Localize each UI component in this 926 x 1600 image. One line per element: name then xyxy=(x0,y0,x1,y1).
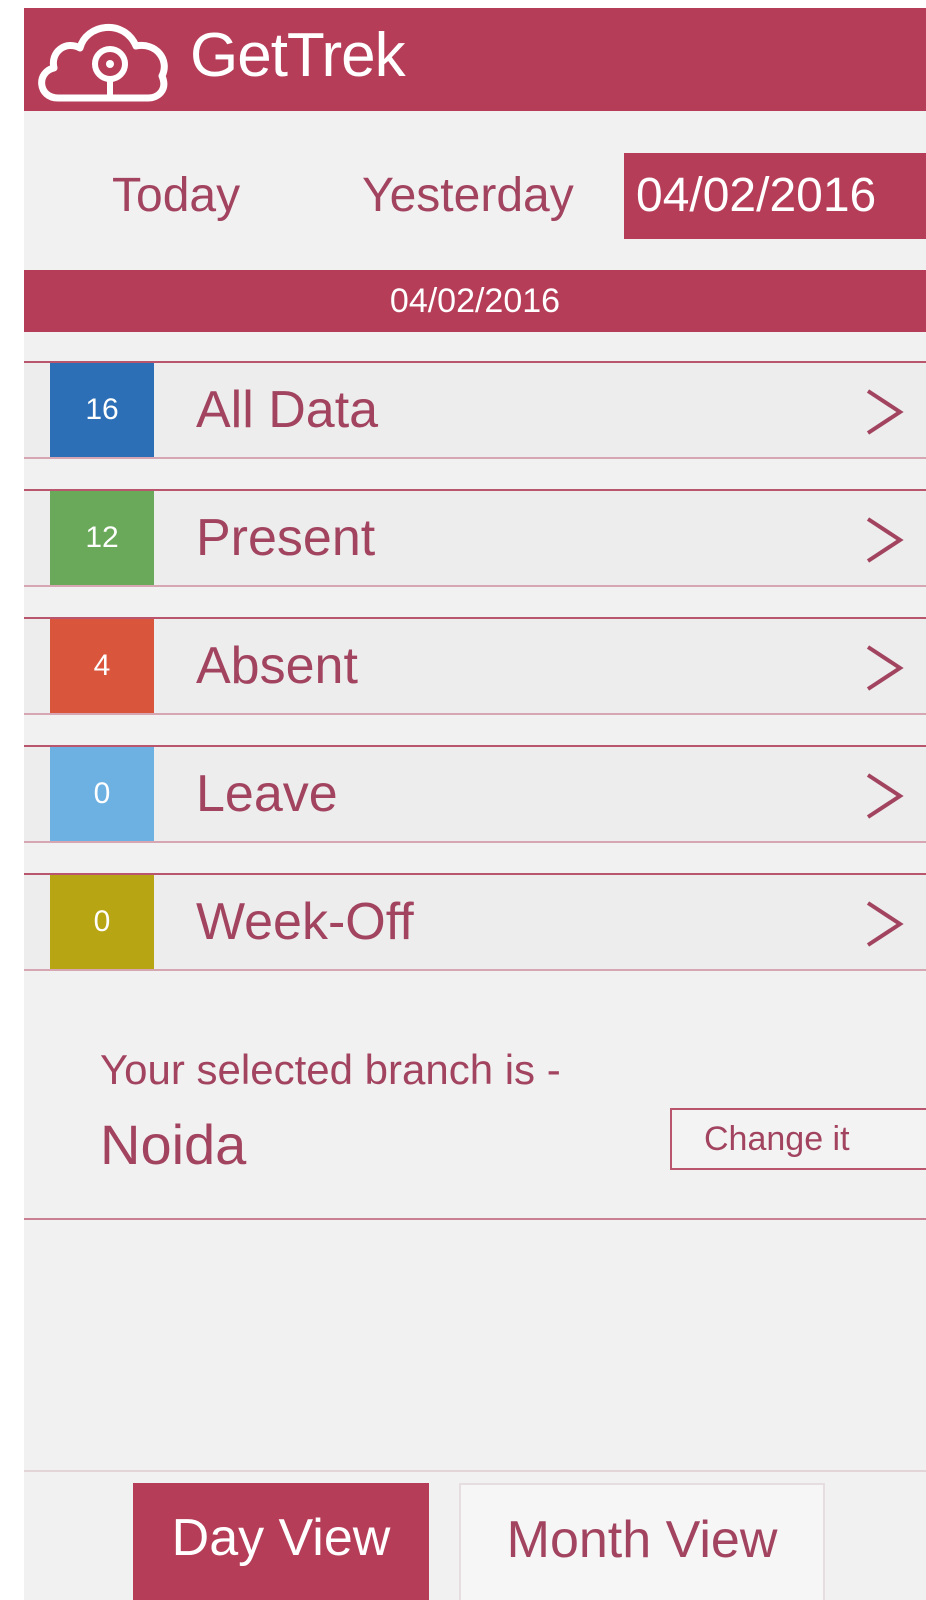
app-header: GetTrek xyxy=(24,8,926,111)
chevron-right-icon xyxy=(866,389,904,435)
row-all-data[interactable]: 16 All Data xyxy=(24,361,926,459)
branch-caption: Your selected branch is - xyxy=(100,1046,561,1093)
count-badge: 0 xyxy=(50,875,154,969)
chevron-right-icon xyxy=(866,773,904,819)
chevron-right-icon xyxy=(866,517,904,563)
count-badge: 12 xyxy=(50,491,154,585)
row-label: All Data xyxy=(196,381,379,439)
count-badge: 16 xyxy=(50,363,154,457)
count-badge: 4 xyxy=(50,619,154,713)
tab-selected-date[interactable]: 04/02/2016 xyxy=(624,153,926,239)
row-leave[interactable]: 0 Leave xyxy=(24,745,926,843)
count-badge: 0 xyxy=(50,747,154,841)
row-label: Leave xyxy=(196,765,338,823)
cloud-location-icon xyxy=(38,24,168,102)
row-absent[interactable]: 4 Absent xyxy=(24,617,926,715)
row-label: Week-Off xyxy=(196,893,414,951)
branch-name: Noida xyxy=(100,1113,247,1176)
tab-today[interactable]: Today xyxy=(112,153,240,239)
app-title: GetTrek xyxy=(190,21,406,90)
tab-yesterday[interactable]: Yesterday xyxy=(362,153,574,239)
date-bar: 04/02/2016 xyxy=(24,270,926,332)
row-present[interactable]: 12 Present xyxy=(24,489,926,587)
change-branch-button[interactable]: Change it xyxy=(670,1108,926,1170)
row-label: Present xyxy=(196,509,376,567)
month-view-button[interactable]: Month View xyxy=(459,1483,825,1600)
app-screen: GetTrek Today Yesterday 04/02/2016 04/02… xyxy=(24,8,926,1600)
chevron-right-icon xyxy=(866,645,904,691)
section-divider xyxy=(24,1218,926,1220)
day-view-button[interactable]: Day View xyxy=(133,1483,429,1600)
chevron-right-icon xyxy=(866,901,904,947)
row-label: Absent xyxy=(196,637,358,695)
bottom-divider xyxy=(24,1470,926,1472)
row-week-off[interactable]: 0 Week-Off xyxy=(24,873,926,971)
